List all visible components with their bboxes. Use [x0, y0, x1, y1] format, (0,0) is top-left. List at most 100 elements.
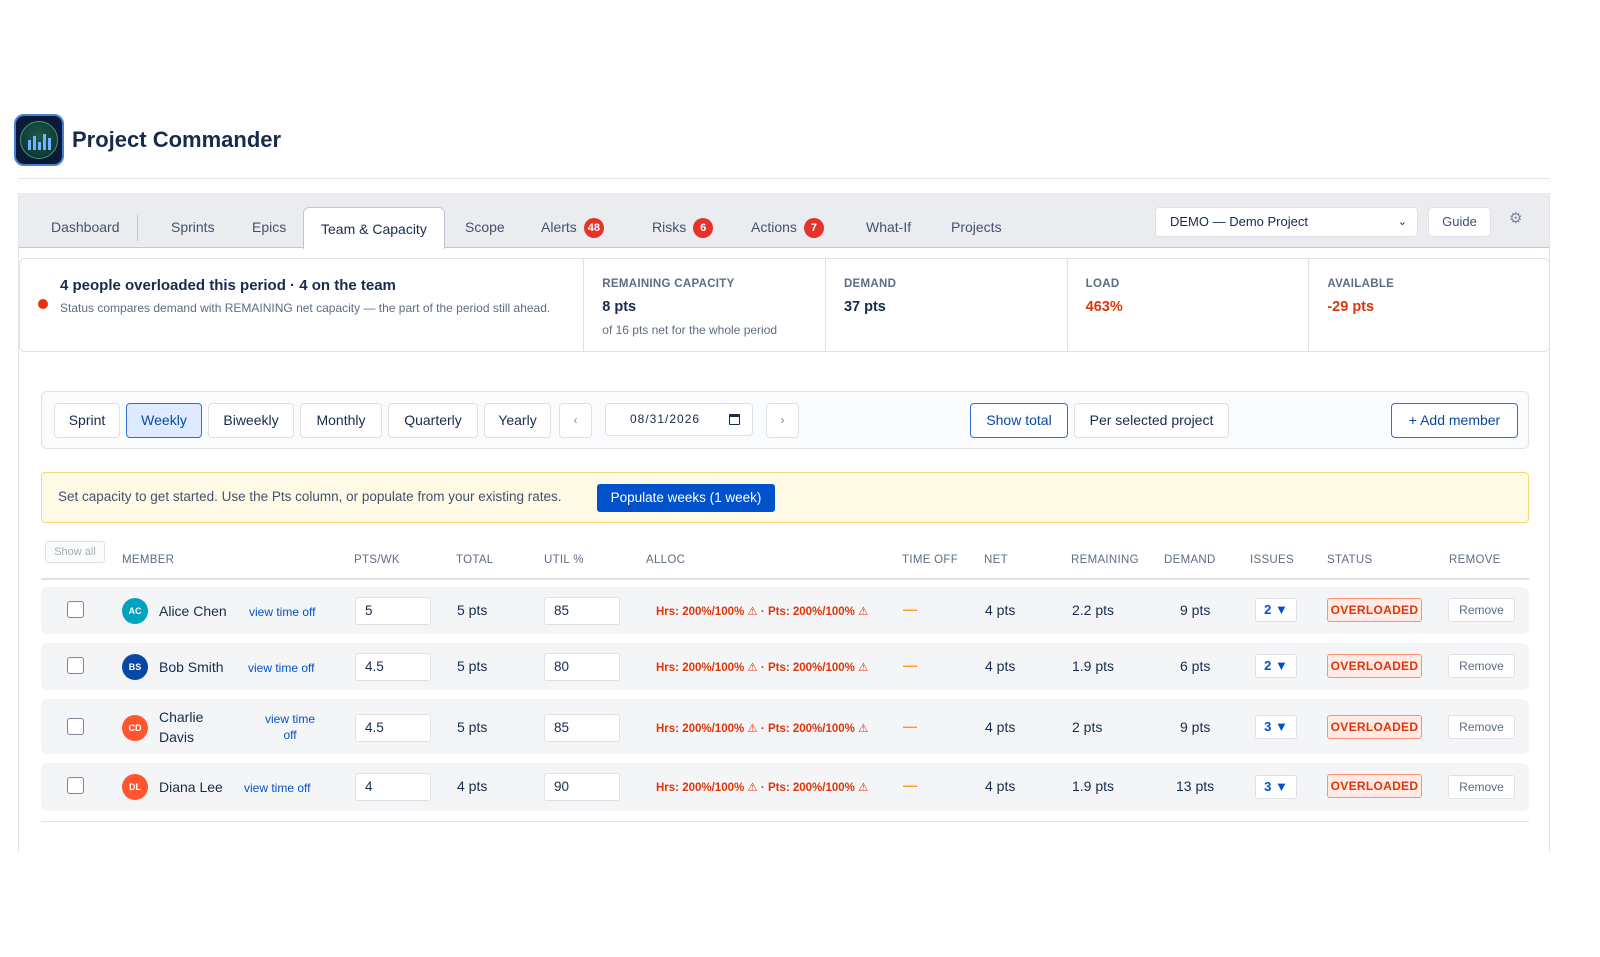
util-percent-input[interactable]: 80 [544, 653, 620, 681]
view-time-off-link[interactable]: view time off [244, 780, 310, 796]
remaining-value: 1.9 pts [1072, 778, 1115, 794]
summary-description: Status compares demand with REMAINING ne… [60, 301, 551, 315]
remaining-value: 1.9 pts [1072, 658, 1115, 674]
metric-label: AVAILABLE [1327, 278, 1395, 290]
status-dot-icon [38, 299, 48, 309]
period-quarterly-button[interactable]: Quarterly [388, 403, 478, 438]
tab-team-capacity[interactable]: Team & Capacity [303, 207, 445, 249]
column-header-net[interactable]: NET [984, 554, 1008, 566]
header-divider [18, 178, 1550, 179]
remove-button[interactable]: Remove [1448, 715, 1515, 739]
column-header-demand[interactable]: DEMAND [1164, 554, 1216, 566]
column-header-util[interactable]: UTIL % [544, 554, 584, 566]
app-header: Project Commander [14, 114, 281, 166]
total-value: 4 pts [457, 778, 488, 794]
risks-count-badge: 6 [693, 218, 714, 238]
calendar-icon[interactable] [729, 414, 740, 425]
pts-per-week-input[interactable]: 5 [355, 597, 431, 625]
period-monthly-button[interactable]: Monthly [300, 403, 382, 438]
gear-icon[interactable]: ⚙ [1509, 209, 1522, 227]
tab-what-if[interactable]: What-If [864, 215, 913, 248]
tab-label: Sprints [171, 219, 215, 235]
table-bottom-divider [41, 821, 1529, 822]
tab-label: What-If [866, 219, 912, 235]
pts-per-week-input[interactable]: 4.5 [355, 714, 431, 742]
tab-bar: Dashboard Sprints Epics Team & Capacity … [19, 193, 1549, 249]
column-header-remaining[interactable]: REMAINING [1071, 554, 1139, 566]
net-value: 4 pts [985, 719, 1016, 735]
time-off-value: — [903, 718, 917, 734]
next-period-button[interactable]: › [766, 403, 799, 438]
util-percent-input[interactable]: 85 [544, 714, 620, 742]
row-checkbox[interactable] [67, 601, 84, 618]
issues-dropdown[interactable]: 2 ▼ [1255, 598, 1297, 622]
util-percent-input[interactable]: 85 [544, 597, 620, 625]
app-shell: Dashboard Sprints Epics Team & Capacity … [18, 193, 1550, 853]
net-value: 4 pts [985, 658, 1016, 674]
row-checkbox[interactable] [67, 718, 84, 735]
tab-actions[interactable]: Actions 7 [749, 215, 826, 248]
status-badge: OVERLOADED [1327, 654, 1422, 678]
period-toolbar: Sprint Weekly Biweekly Monthly Quarterly… [41, 391, 1529, 449]
per-selected-project-button[interactable]: Per selected project [1074, 403, 1229, 438]
tab-label: Projects [951, 219, 1002, 235]
issues-dropdown[interactable]: 2 ▼ [1255, 654, 1297, 678]
alloc-warning: Hrs: 200%/100% ⚠ · Pts: 200%/100% ⚠ [656, 606, 869, 618]
issues-dropdown[interactable]: 3 ▼ [1255, 775, 1297, 799]
view-time-off-link[interactable]: view time off [249, 604, 315, 620]
tab-label: Team & Capacity [321, 221, 427, 237]
table-row: AC Alice Chen view time off 5 5 pts 85 H… [41, 587, 1529, 634]
pts-per-week-input[interactable]: 4 [355, 773, 431, 801]
period-weekly-button[interactable]: Weekly [126, 403, 202, 438]
util-percent-input[interactable]: 90 [544, 773, 620, 801]
tab-projects[interactable]: Projects [949, 215, 1004, 248]
alloc-warning: Hrs: 200%/100% ⚠ · Pts: 200%/100% ⚠ [656, 662, 869, 674]
show-all-button[interactable]: Show all [45, 541, 105, 563]
tab-sprints[interactable]: Sprints [169, 215, 217, 248]
previous-period-button[interactable]: ‹ [559, 403, 592, 438]
column-header-member[interactable]: MEMBER [122, 554, 174, 566]
tab-alerts[interactable]: Alerts 48 [539, 215, 606, 248]
demand-value: 9 pts [1180, 719, 1211, 735]
column-header-time-off[interactable]: TIME OFF [902, 554, 958, 566]
column-header-issues[interactable]: ISSUES [1250, 554, 1294, 566]
project-select[interactable]: DEMO — Demo Project ⌄ [1155, 207, 1418, 237]
project-select-value: DEMO — Demo Project [1170, 214, 1308, 229]
member-name: Diana Lee [159, 779, 223, 795]
metric-label: DEMAND [843, 278, 897, 290]
time-off-value: — [903, 601, 917, 617]
tab-epics[interactable]: Epics [250, 215, 288, 248]
total-value: 5 pts [457, 658, 488, 674]
column-header-total[interactable]: TOTAL [456, 554, 494, 566]
column-header-pts-wk[interactable]: PTS/WK [354, 554, 400, 566]
banner-text: Set capacity to get started. Use the Pts… [58, 489, 562, 504]
show-total-button[interactable]: Show total [970, 403, 1068, 438]
member-name: Bob Smith [159, 659, 224, 675]
row-checkbox[interactable] [67, 657, 84, 674]
pts-per-week-input[interactable]: 4.5 [355, 653, 431, 681]
column-header-alloc[interactable]: ALLOC [646, 554, 685, 566]
column-header-remove[interactable]: REMOVE [1449, 554, 1501, 566]
tab-risks[interactable]: Risks 6 [650, 215, 715, 248]
row-checkbox[interactable] [67, 777, 84, 794]
remove-button[interactable]: Remove [1448, 775, 1515, 799]
summary-status: 4 people overloaded this period · 4 on t… [20, 259, 585, 351]
period-date-input[interactable]: 08/31/2026 [605, 403, 753, 436]
app-title: Project Commander [72, 127, 282, 152]
period-yearly-button[interactable]: Yearly [484, 403, 551, 438]
add-member-button[interactable]: + Add member [1391, 403, 1518, 438]
period-sprint-button[interactable]: Sprint [54, 403, 120, 438]
view-time-off-link[interactable]: view time off [259, 711, 321, 743]
issues-dropdown[interactable]: 3 ▼ [1255, 715, 1297, 739]
column-header-status[interactable]: STATUS [1327, 554, 1372, 566]
avatar: AC [122, 598, 148, 624]
tab-scope[interactable]: Scope [463, 215, 507, 248]
view-time-off-link[interactable]: view time off [248, 660, 314, 676]
remove-button[interactable]: Remove [1448, 654, 1515, 678]
remove-button[interactable]: Remove [1448, 598, 1515, 622]
tab-dashboard[interactable]: Dashboard [49, 215, 122, 248]
populate-weeks-button[interactable]: Populate weeks (1 week) [597, 484, 775, 512]
metric-label: REMAINING CAPACITY [602, 278, 735, 290]
period-biweekly-button[interactable]: Biweekly [208, 403, 294, 438]
guide-button[interactable]: Guide [1428, 207, 1491, 237]
